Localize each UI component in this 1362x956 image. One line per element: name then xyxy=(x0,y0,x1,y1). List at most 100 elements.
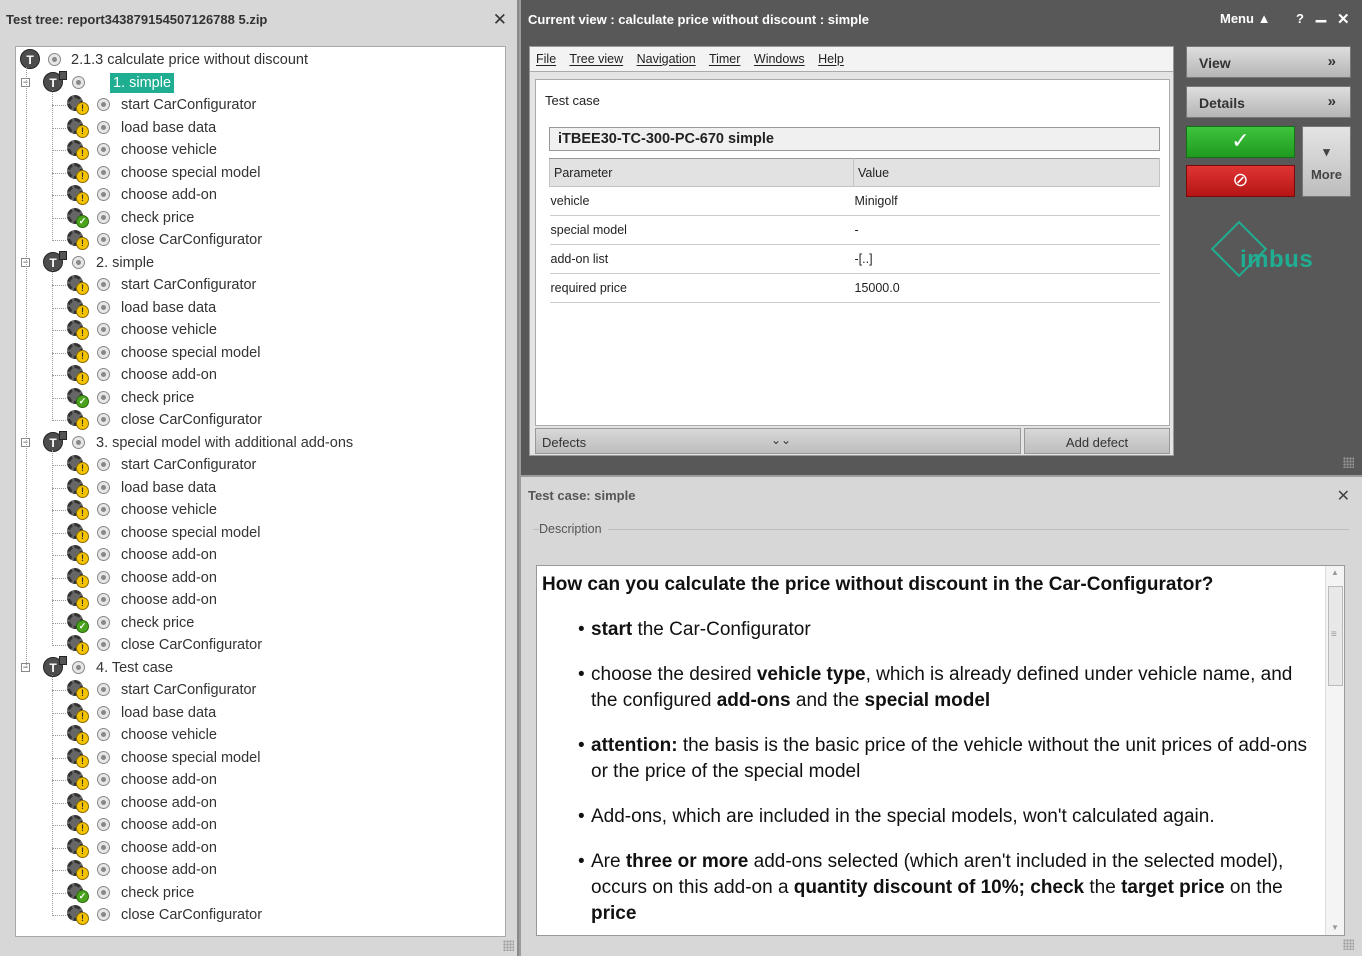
table-row[interactable]: add-on list -[..] xyxy=(549,244,1160,274)
scrollbar-thumb[interactable]: ≡ xyxy=(1328,586,1343,686)
menu-navigation[interactable]: Navigation xyxy=(637,52,696,66)
tree-node-test-step[interactable]: ! start CarConfigurator xyxy=(16,94,496,116)
tree-node-test-step[interactable]: ! choose vehicle xyxy=(16,499,496,521)
test-tree[interactable]: T 2.1.3 calculate price without discount −… xyxy=(15,46,506,937)
defects-toggle[interactable]: Defects ⌄⌄ xyxy=(535,428,1021,454)
tree-node-test-step[interactable]: ✓ check price xyxy=(16,387,496,409)
status-circle-icon xyxy=(97,750,110,764)
gear-step-icon: ! xyxy=(67,500,89,520)
tree-node-test-case[interactable]: − T 3. special model with additional add-o… xyxy=(16,430,496,454)
help-button[interactable]: ? xyxy=(1296,11,1304,26)
tree-node-test-step[interactable]: ! choose add-on xyxy=(16,814,496,836)
tree-node-test-step[interactable]: ! close CarConfigurator xyxy=(16,904,496,926)
tree-node-test-step[interactable]: ! choose add-on xyxy=(16,567,496,589)
gear-step-icon: ! xyxy=(67,455,89,475)
menu-help[interactable]: Help xyxy=(818,52,844,66)
tree-node-label: close CarConfigurator xyxy=(121,907,263,923)
scroll-up-icon[interactable]: ▲ xyxy=(1331,568,1339,577)
tree-node-label: 4. Test case xyxy=(96,659,174,676)
tree-node-test-step[interactable]: ! load base data xyxy=(16,477,496,499)
check-icon: ✓ xyxy=(1231,128,1250,153)
tree-node-test-step[interactable]: ! choose add-on xyxy=(16,544,496,566)
table-row[interactable]: special model - xyxy=(549,215,1160,245)
tree-node-test-case[interactable]: − T 4. Test case xyxy=(16,655,496,679)
tree-node-test-step[interactable]: ! choose add-on xyxy=(16,589,496,611)
menu-windows[interactable]: Windows xyxy=(754,52,805,66)
warning-badge-icon: ! xyxy=(76,597,89,610)
tree-node-test-step[interactable]: ! choose special model xyxy=(16,747,496,769)
tree-node-label: choose vehicle xyxy=(121,727,217,743)
tree-connector xyxy=(52,270,53,421)
fail-button[interactable]: ⊘ xyxy=(1186,165,1295,197)
tree-node-test-case[interactable]: − T 2. simple xyxy=(16,250,496,274)
tree-node-test-step[interactable]: ! choose add-on xyxy=(16,792,496,814)
tree-node-test-step[interactable]: ! choose special model xyxy=(16,342,496,364)
gear-step-icon: ! xyxy=(67,680,89,700)
warning-badge-icon: ! xyxy=(76,124,89,138)
table-row[interactable]: vehicle Minigolf xyxy=(549,186,1160,216)
tree-node-test-step[interactable]: ! close CarConfigurator xyxy=(16,634,496,656)
tree-node-label: check price xyxy=(121,389,195,406)
tree-node-test-step[interactable]: ! choose add-on xyxy=(16,364,496,386)
details-button[interactable]: Details » xyxy=(1186,86,1351,118)
close-icon[interactable]: ✕ xyxy=(1337,10,1350,28)
view-button[interactable]: View » xyxy=(1186,46,1351,78)
status-circle-icon xyxy=(97,705,110,719)
tree-node-test-step[interactable]: ! choose add-on xyxy=(16,769,496,791)
close-icon[interactable]: ✕ xyxy=(1337,486,1350,506)
tree-node-label: start CarConfigurator xyxy=(121,457,257,473)
gear-step-icon: ! xyxy=(67,770,89,790)
bold-text: add-ons xyxy=(716,690,791,711)
tree-node-label: choose add-on xyxy=(121,772,217,788)
tree-node-label: choose add-on xyxy=(121,367,217,383)
defects-label: Defects xyxy=(542,435,587,450)
column-header-parameter[interactable]: Parameter xyxy=(549,158,854,187)
tree-node-test-step[interactable]: ✓ check price xyxy=(16,882,496,904)
tree-node-test-step[interactable]: ! load base data xyxy=(16,117,496,139)
tree-connector xyxy=(52,712,66,714)
tree-node-test-step[interactable]: ! start CarConfigurator xyxy=(16,679,496,701)
table-row[interactable]: required price 15000.0 xyxy=(549,273,1160,303)
tree-node-test-step[interactable]: ! choose add-on xyxy=(16,184,496,206)
add-defect-button[interactable]: Add defect xyxy=(1024,428,1170,454)
tree-node-test-step[interactable]: ! choose vehicle xyxy=(16,139,496,161)
tree-node-test-step[interactable]: ! load base data xyxy=(16,702,496,724)
vertical-scrollbar[interactable]: ▲ ≡ ▼ xyxy=(1325,566,1344,935)
tree-node-label: load base data xyxy=(121,704,217,721)
tree-node-test-step[interactable]: ✓ check price xyxy=(16,612,496,634)
tree-node-test-step[interactable]: ! load base data xyxy=(16,297,496,319)
tree-node-test-step[interactable]: ! close CarConfigurator xyxy=(16,229,496,251)
pass-button[interactable]: ✓ xyxy=(1186,126,1295,158)
tree-node-test-step[interactable]: ! choose add-on xyxy=(16,859,496,881)
bold-text: vehicle type xyxy=(756,664,866,685)
view-button-label: View xyxy=(1199,55,1231,71)
tree-connector xyxy=(26,67,27,667)
menu-button[interactable]: Menu ▲ xyxy=(1220,11,1270,26)
menu-tree-view[interactable]: Tree view xyxy=(569,52,623,66)
tree-node-test-step[interactable]: ! start CarConfigurator xyxy=(16,454,496,476)
status-circle-icon xyxy=(97,345,110,359)
more-button[interactable]: ▾ More xyxy=(1302,126,1351,197)
tree-root-node[interactable]: T 2.1.3 calculate price without discount xyxy=(16,49,496,71)
resize-grip-icon[interactable] xyxy=(503,940,514,951)
gear-step-icon: ! xyxy=(67,117,89,138)
tree-node-test-step[interactable]: ! close CarConfigurator xyxy=(16,409,496,431)
tree-node-test-step[interactable]: ! choose special model xyxy=(16,162,496,184)
tree-node-test-step[interactable]: ✓ check price xyxy=(16,207,496,229)
tree-node-test-step[interactable]: ! choose special model xyxy=(16,522,496,544)
tree-node-test-step[interactable]: ! choose vehicle xyxy=(16,724,496,746)
menu-file[interactable]: File xyxy=(536,52,556,66)
resize-grip-icon[interactable] xyxy=(1343,457,1354,468)
tree-node-test-step[interactable]: ! choose vehicle xyxy=(16,319,496,341)
tree-node-test-step[interactable]: ! choose add-on xyxy=(16,837,496,859)
chevron-down-icon: ▾ xyxy=(1323,144,1330,159)
column-header-value[interactable]: Value xyxy=(853,158,1160,187)
menu-timer[interactable]: Timer xyxy=(709,52,740,66)
minimize-icon[interactable]: ▁ xyxy=(1316,7,1326,23)
status-circle-icon xyxy=(97,413,110,426)
close-icon[interactable]: ✕ xyxy=(493,10,507,30)
tree-node-test-step[interactable]: ! start CarConfigurator xyxy=(16,274,496,296)
resize-grip-icon[interactable] xyxy=(1343,939,1354,950)
tree-node-test-case[interactable]: − T 1. simple xyxy=(16,70,496,94)
scroll-down-icon[interactable]: ▼ xyxy=(1331,923,1339,932)
